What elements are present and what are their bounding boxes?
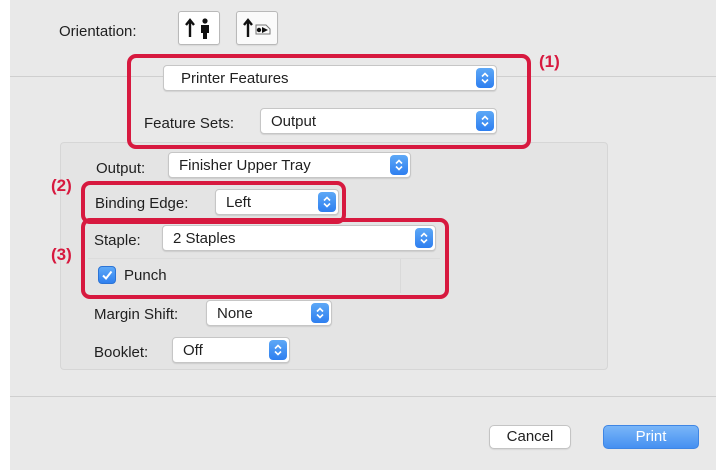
booklet-label: Booklet: [94, 344, 149, 361]
divider-bottom [10, 396, 716, 397]
callout-number-3: (3) [51, 245, 72, 264]
orientation-portrait-button[interactable] [178, 11, 220, 45]
callout-number-1: (1) [539, 52, 560, 71]
landscape-orientation-icon [243, 18, 271, 37]
output-value: Finisher Upper Tray [179, 157, 311, 174]
chevron-up-down-icon [311, 303, 329, 323]
orientation-landscape-button[interactable] [236, 11, 278, 45]
booklet-value: Off [183, 342, 203, 359]
chevron-up-down-icon [390, 155, 408, 175]
callout-box-3 [81, 218, 449, 299]
cancel-button[interactable]: Cancel [489, 425, 571, 449]
portrait-orientation-icon [185, 18, 209, 39]
output-popup[interactable]: Finisher Upper Tray [168, 152, 411, 178]
callout-number-2: (2) [51, 176, 72, 195]
margin-shift-value: None [217, 305, 253, 322]
chevron-up-down-icon [269, 340, 287, 360]
callout-box-1 [127, 54, 531, 149]
booklet-popup[interactable]: Off [172, 337, 290, 363]
print-button[interactable]: Print [603, 425, 699, 449]
orientation-label: Orientation: [59, 23, 137, 40]
output-label: Output: [96, 160, 146, 177]
margin-shift-popup[interactable]: None [206, 300, 332, 326]
margin-shift-label: Margin Shift: [94, 306, 179, 323]
